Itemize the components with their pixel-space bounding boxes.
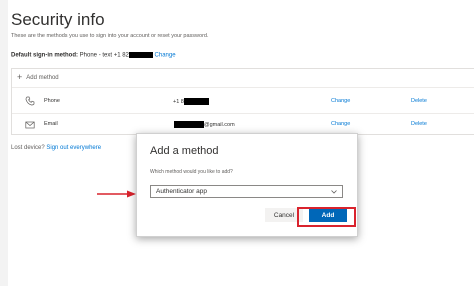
dialog-title: Add a method: [150, 145, 219, 157]
email-method-label: Email: [44, 121, 58, 127]
phone-method-label: Phone: [44, 98, 60, 104]
phone-icon: [25, 96, 35, 106]
methods-card: + Add method Phone +1 8 Change Delete Em…: [11, 68, 474, 135]
plus-icon: +: [17, 72, 23, 82]
email-delete-link[interactable]: Delete: [411, 121, 427, 127]
default-sign-in-method: Default sign-in method: Phone - text +1 …: [11, 52, 176, 59]
default-method-label: Default sign-in method:: [11, 52, 78, 59]
lost-device-text: Lost device?: [11, 145, 45, 151]
dialog-question: Which method would you like to add?: [150, 169, 233, 175]
method-select[interactable]: Authenticator app: [150, 185, 343, 198]
redacted-email-block: [174, 121, 204, 128]
phone-delete-link[interactable]: Delete: [411, 98, 427, 104]
default-method-change-link[interactable]: Change: [155, 53, 176, 59]
redacted-phone-block: [183, 98, 209, 105]
method-select-value: Authenticator app: [156, 188, 207, 195]
row-divider: [12, 113, 474, 114]
chevron-down-icon: [331, 190, 337, 194]
phone-method-value: +1 8: [173, 98, 209, 105]
email-change-link[interactable]: Change: [331, 121, 350, 127]
annotation-highlight-box: [297, 207, 356, 227]
redacted-phone-block: [128, 52, 153, 58]
sign-out-everywhere-link[interactable]: Sign out everywhere: [46, 145, 101, 151]
row-divider: [12, 87, 474, 88]
add-method-button[interactable]: + Add method: [17, 73, 59, 82]
email-method-value: @gmail.com: [174, 121, 235, 128]
page-title: Security info: [11, 10, 105, 29]
phone-value-prefix: +1 8: [173, 98, 184, 105]
email-icon: [25, 121, 35, 129]
add-method-label: Add method: [26, 74, 59, 81]
lost-device-line: Lost device? Sign out everywhere: [11, 145, 101, 151]
page-subtitle: These are the methods you use to sign in…: [11, 33, 209, 39]
annotation-arrow: [97, 190, 136, 198]
default-method-value: Phone - text +1 82: [79, 52, 129, 59]
email-value-suffix: @gmail.com: [204, 121, 235, 128]
phone-change-link[interactable]: Change: [331, 98, 350, 104]
